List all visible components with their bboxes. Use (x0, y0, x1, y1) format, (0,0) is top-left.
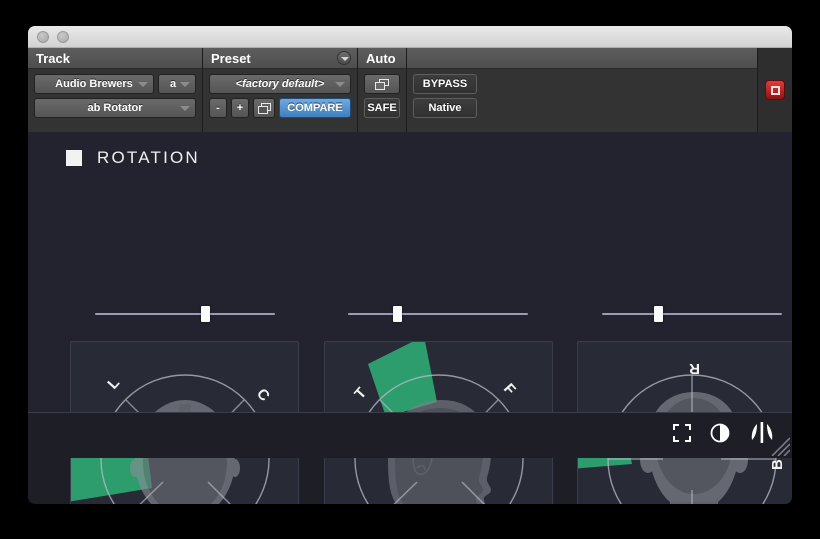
auto-section: Auto SAFE (358, 48, 407, 132)
module-header: ROTATION (28, 132, 792, 168)
pitch-slider-thumb[interactable] (392, 306, 402, 322)
footer-bar (28, 412, 792, 458)
auto-section-title: Auto (358, 48, 406, 69)
track-channel-label: a (169, 78, 177, 90)
power-led-inner-icon (770, 85, 780, 95)
window-titlebar (28, 26, 792, 48)
pitch-slider[interactable] (348, 306, 528, 322)
audio-brewers-logo-icon[interactable] (748, 420, 776, 451)
native-button[interactable]: Native (413, 98, 477, 118)
automation-button[interactable] (364, 74, 400, 94)
plugin-header-bar: Track Audio Brewers a ab Rotator Preset … (28, 48, 792, 132)
track-plugin-label: ab Rotator (87, 102, 143, 114)
preset-prev-button[interactable]: - (209, 98, 227, 118)
track-device-label: Audio Brewers (55, 78, 133, 90)
chevron-down-icon (335, 82, 345, 87)
expand-icon[interactable] (672, 423, 692, 448)
automation-icon (375, 78, 389, 90)
roll-slider[interactable] (602, 306, 782, 322)
pitch-slider-track[interactable] (348, 313, 528, 315)
track-device-dropdown[interactable]: Audio Brewers (34, 74, 154, 94)
preset-copy-button[interactable] (253, 98, 275, 118)
preset-section: Preset <factory default> - + COMPARE (203, 48, 358, 132)
roll-slider-thumb[interactable] (653, 306, 663, 322)
track-section-title: Track (28, 48, 202, 69)
plugin-window: Track Audio Brewers a ab Rotator Preset … (28, 26, 792, 504)
chevron-down-icon (138, 82, 148, 87)
label-F: F (500, 380, 519, 398)
copy-icon (257, 102, 271, 114)
close-button[interactable] (37, 30, 49, 43)
slider-row (28, 306, 792, 322)
label-C: C (253, 385, 273, 405)
preset-title-label: Preset (211, 50, 251, 66)
label-R: R (689, 360, 700, 377)
roll-slider-track[interactable] (602, 313, 782, 315)
bypass-button[interactable]: BYPASS (413, 74, 477, 94)
misc-section: BYPASS Native (407, 48, 758, 132)
led-section (758, 48, 792, 132)
chevron-down-icon (180, 106, 190, 111)
module-enable-toggle[interactable] (66, 150, 82, 166)
chevron-down-circle-icon[interactable] (337, 51, 351, 65)
preset-name-dropdown[interactable]: <factory default> (209, 74, 351, 94)
label-L: L (104, 374, 123, 392)
preset-next-button[interactable]: + (231, 98, 249, 118)
preset-section-title: Preset (203, 48, 357, 69)
yaw-slider-thumb[interactable] (200, 306, 210, 322)
contrast-icon[interactable] (710, 423, 730, 448)
label-B: B (769, 459, 786, 470)
minimize-button[interactable] (57, 30, 69, 43)
yaw-slider-track[interactable] (95, 313, 275, 315)
yaw-slider[interactable] (95, 306, 275, 322)
main-body: ROTATION L C T F R B (28, 132, 792, 504)
page-title: ROTATION (97, 148, 200, 167)
chevron-down-icon (180, 82, 190, 87)
track-section: Track Audio Brewers a ab Rotator (28, 48, 203, 132)
misc-section-title (407, 48, 757, 69)
track-plugin-dropdown[interactable]: ab Rotator (34, 98, 196, 118)
safe-button[interactable]: SAFE (364, 98, 400, 118)
label-T: T (351, 384, 370, 402)
preset-name-label: <factory default> (235, 78, 325, 90)
compare-button[interactable]: COMPARE (279, 98, 351, 118)
track-channel-dropdown[interactable]: a (158, 74, 196, 94)
power-led[interactable] (765, 80, 785, 100)
